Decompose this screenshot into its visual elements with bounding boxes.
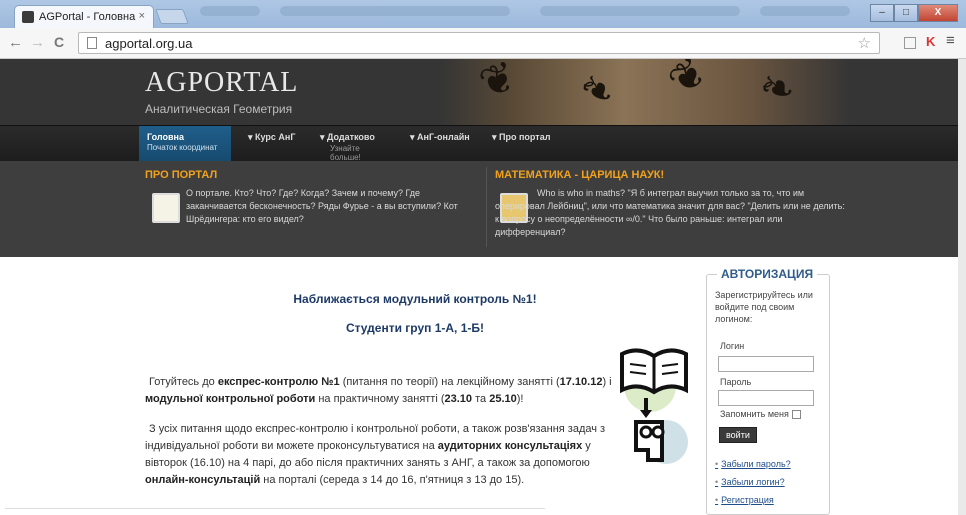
password-input[interactable] <box>718 390 814 406</box>
maximize-button[interactable]: □ <box>894 4 918 22</box>
promo-panel: ПРО ПОРТАЛ О портале. Кто? Что? Где? Ког… <box>0 161 966 257</box>
site-logo-subtitle: Аналитическая Геометрия <box>145 102 293 116</box>
menu-item-about[interactable]: ▾ Про портал <box>484 126 564 162</box>
bookmark-star-icon[interactable]: ☆ <box>858 34 871 52</box>
menu-item-extra[interactable]: ▾ Додатково Узнайте больше! <box>312 126 400 162</box>
auth-box: АВТОРИЗАЦИЯ Зарегистрируйтесь или войдит… <box>706 267 830 515</box>
login-button[interactable]: войти <box>719 427 757 443</box>
header-photo: ❦ ❧ ❦ ❧ <box>440 59 850 125</box>
promo-about-title[interactable]: ПРО ПОРТАЛ <box>145 169 217 181</box>
address-bar[interactable]: agportal.org.ua ☆ <box>78 32 880 54</box>
content-divider <box>5 508 545 509</box>
browser-tabstrip: AGPortal - Головна × – □ X <box>0 0 966 28</box>
menu-item-sublabel: Початок координат <box>147 143 218 152</box>
blurred-tab <box>280 6 510 16</box>
extension-k-icon[interactable]: K <box>926 34 935 49</box>
promo-math: МАТЕМАТИКА - ЦАРИЦА НАУК! <box>495 169 664 181</box>
menu-item-home[interactable]: Головна Початок координат <box>139 126 231 162</box>
menu-item-course[interactable]: ▾ Курс АнГ <box>240 126 310 162</box>
leaf-decoration: ❦ <box>659 59 717 105</box>
remember-me[interactable]: Запомнить меня <box>720 409 801 420</box>
password-label: Пароль <box>720 377 752 387</box>
login-input[interactable] <box>718 356 814 372</box>
promo-math-title[interactable]: МАТЕМАТИКА - ЦАРИЦА НАУК! <box>495 169 664 181</box>
blurred-tab <box>760 6 850 16</box>
reload-icon[interactable]: C <box>54 34 64 50</box>
announcement-subheading: Студенти груп 1-А, 1-Б! <box>345 321 485 335</box>
menu-item-online[interactable]: ▾ АнГ-онлайн <box>402 126 482 162</box>
menu-item-label: ▾ Курс АнГ <box>248 132 296 142</box>
remember-checkbox[interactable] <box>791 410 801 420</box>
blurred-tab <box>540 6 740 16</box>
tab-close-icon[interactable]: × <box>139 10 145 22</box>
leaf-decoration: ❧ <box>754 60 801 115</box>
back-icon[interactable]: ← <box>8 34 23 51</box>
site-header: ❦ ❧ ❦ ❧ AGPORTAL Аналитическая Геометрия <box>0 59 966 125</box>
forward-icon[interactable]: → <box>30 34 45 51</box>
page-icon <box>87 37 97 49</box>
main-menu: Головна Початок координат ▾ Курс АнГ ▾ Д… <box>0 125 966 162</box>
page-scrollbar[interactable] <box>958 59 966 515</box>
page-viewport: ❦ ❧ ❦ ❧ AGPORTAL Аналитическая Геометрия… <box>0 59 966 515</box>
menu-item-label: ▾ АнГ-онлайн <box>410 132 470 142</box>
book-owl-illustration <box>620 348 688 464</box>
scroll-document-icon <box>152 193 180 223</box>
new-tab-button[interactable] <box>155 9 189 24</box>
menu-item-label: ▾ Про портал <box>492 132 551 142</box>
promo-math-text: Who is who in maths? "Я б интеграл выучи… <box>495 188 845 237</box>
login-label: Логин <box>720 341 745 351</box>
site-logo-title[interactable]: AGPORTAL <box>145 67 298 99</box>
leaf-decoration: ❦ <box>473 59 523 108</box>
tab-title: AGPortal - Головна <box>39 11 136 23</box>
browser-tab[interactable]: AGPortal - Головна × <box>14 5 154 28</box>
announcement-paragraph-1: Готуйтесь до експрес-контролю №1 (питанн… <box>145 376 612 405</box>
promo-about: ПРО ПОРТАЛ <box>145 169 217 181</box>
menu-item-label: ▾ Додатково <box>320 132 375 142</box>
blurred-tab <box>200 6 260 16</box>
forgot-password-link[interactable]: • Забыли пароль? <box>715 459 791 469</box>
promo-about-text: О портале. Кто? Что? Где? Когда? Зачем и… <box>186 188 458 224</box>
menu-icon[interactable]: ≡ <box>946 32 955 49</box>
menu-item-sublabel: Узнайте больше! <box>330 144 361 162</box>
auth-title: АВТОРИЗАЦИЯ <box>717 267 818 281</box>
register-link[interactable]: • Регистрация <box>715 495 774 505</box>
remember-label: Запомнить меня <box>720 409 789 419</box>
extension-icon[interactable] <box>904 37 916 49</box>
promo-divider <box>486 167 487 247</box>
forgot-login-link[interactable]: • Забыли логин? <box>715 477 785 487</box>
url-text: agportal.org.ua <box>105 36 193 51</box>
menu-item-label: Головна <box>147 132 184 142</box>
favicon-icon <box>22 11 34 23</box>
close-window-button[interactable]: X <box>918 4 958 22</box>
announcement-paragraph-2: З усіх питання щодо експрес-контролю і к… <box>145 423 606 486</box>
announcement-heading: Наближається модульний контроль №1! <box>293 292 537 306</box>
minimize-button[interactable]: – <box>870 4 894 22</box>
browser-toolbar: ← → C agportal.org.ua ☆ K ≡ <box>0 28 966 59</box>
leaf-decoration: ❧ <box>570 60 625 119</box>
window-controls: – □ X <box>870 4 958 22</box>
auth-description: Зарегистрируйтесь или войдите под своим … <box>715 290 813 324</box>
